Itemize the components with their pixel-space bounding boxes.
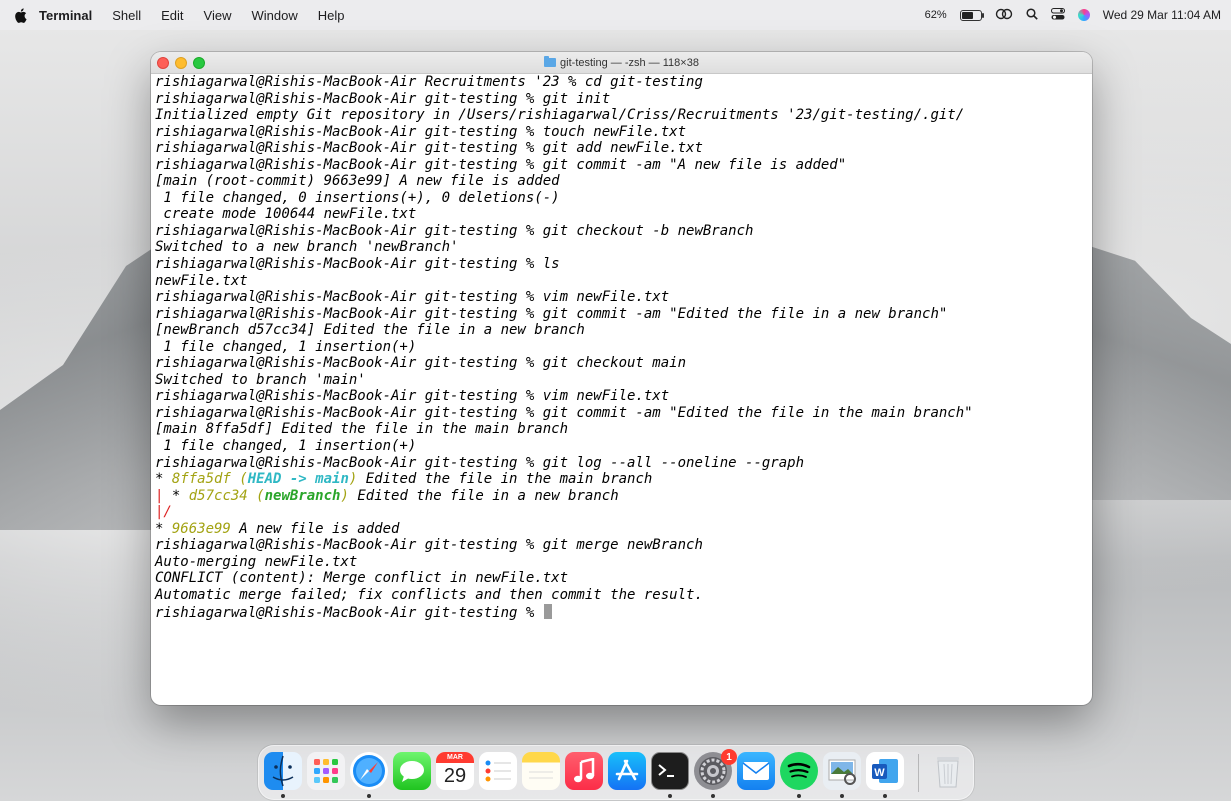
terminal-line: rishiagarwal@Rishis-MacBook-Air git-test… <box>155 140 703 157</box>
battery-icon[interactable] <box>959 9 984 21</box>
menu-clock[interactable]: Wed 29 Mar 11:04 AM <box>1103 8 1221 22</box>
current-prompt-line[interactable]: rishiagarwal@Rishis-MacBook-Air git-test… <box>155 603 1088 621</box>
terminal-line: rishiagarwal@Rishis-MacBook-Air git-test… <box>155 537 703 554</box>
terminal-line: Auto-merging newFile.txt <box>155 553 358 570</box>
running-indicator <box>883 794 887 798</box>
graph-line-1: * 8ffa5df (HEAD -> main) Edited the file… <box>155 471 653 488</box>
terminal-line: rishiagarwal@Rishis-MacBook-Air git-test… <box>155 454 805 471</box>
calendar-month: MAR <box>436 752 474 763</box>
running-indicator <box>711 794 715 798</box>
terminal-line: create mode 100644 newFile.txt <box>155 206 417 223</box>
terminal-line: 1 file changed, 1 insertion(+) <box>155 338 417 355</box>
terminal-line: [main 8ffa5df] Edited the file in the ma… <box>155 421 569 438</box>
terminal-line: 1 file changed, 0 insertions(+), 0 delet… <box>155 189 560 206</box>
launchpad-icon[interactable] <box>307 752 345 790</box>
terminal-line: rishiagarwal@Rishis-MacBook-Air git-test… <box>155 355 687 372</box>
battery-fill <box>961 11 973 19</box>
terminal-icon[interactable] <box>651 752 689 790</box>
close-button[interactable] <box>157 57 169 69</box>
commit-hash: 9663e99 <box>171 520 231 537</box>
apple-icon[interactable] <box>13 7 27 23</box>
menu-help[interactable]: Help <box>318 8 345 23</box>
preview-icon[interactable] <box>823 752 861 790</box>
menu-terminal[interactable]: Terminal <box>39 8 92 23</box>
search-icon[interactable] <box>1026 7 1038 23</box>
terminal-output[interactable]: rishiagarwal@Rishis-MacBook-Air Recruitm… <box>155 74 1088 705</box>
terminal-line: newFile.txt <box>155 272 248 289</box>
terminal-line: rishiagarwal@Rishis-MacBook-Air git-test… <box>155 123 687 140</box>
running-indicator <box>840 794 844 798</box>
terminal-line: Initialized empty Git repository in /Use… <box>155 107 965 124</box>
terminal-line: rishiagarwal@Rishis-MacBook-Air git-test… <box>155 388 670 405</box>
menu-shell[interactable]: Shell <box>112 8 141 23</box>
menu-edit[interactable]: Edit <box>161 8 183 23</box>
link-icon[interactable] <box>995 8 1013 23</box>
app-store-icon[interactable] <box>608 752 646 790</box>
terminal-line: Switched to a new branch 'newBranch' <box>155 239 459 256</box>
prompt: rishiagarwal@Rishis-MacBook-Air git-test… <box>155 604 543 621</box>
notes-icon[interactable] <box>522 752 560 790</box>
running-indicator <box>668 794 672 798</box>
menu-window[interactable]: Window <box>252 8 298 23</box>
battery-percent: 62% <box>924 9 947 21</box>
reminders-icon[interactable] <box>479 752 517 790</box>
graph-line-2: | * d57cc34 (newBranch) Edited the file … <box>155 487 619 504</box>
traffic-lights <box>157 57 211 69</box>
folder-icon <box>544 56 557 67</box>
terminal-line: rishiagarwal@Rishis-MacBook-Air git-test… <box>155 404 973 421</box>
siri-icon[interactable] <box>1077 9 1090 21</box>
window-title: git-testing — -zsh — 118×38 <box>544 56 699 69</box>
running-indicator <box>281 794 285 798</box>
dock-separator <box>918 754 919 792</box>
running-indicator <box>797 794 801 798</box>
zoom-button[interactable] <box>193 57 205 69</box>
terminal-line: 1 file changed, 1 insertion(+) <box>155 438 417 455</box>
terminal-line: rishiagarwal@Rishis-MacBook-Air git-test… <box>155 222 754 239</box>
menu-bar: Terminal Shell Edit View Window Help 62%… <box>0 0 1231 30</box>
mail-icon[interactable] <box>737 752 775 790</box>
terminal-line: Switched to branch 'main' <box>155 371 366 388</box>
commit-hash: d57cc34 <box>188 487 248 504</box>
terminal-line: Automatic merge failed; fix conflicts an… <box>155 586 703 603</box>
window-title-text: git-testing — -zsh — 118×38 <box>560 56 699 69</box>
window-titlebar[interactable]: git-testing — -zsh — 118×38 <box>151 52 1092 74</box>
control-center-icon[interactable] <box>1050 7 1065 23</box>
finder-icon[interactable] <box>264 752 302 790</box>
menu-view[interactable]: View <box>204 8 232 23</box>
terminal-line: rishiagarwal@Rishis-MacBook-Air git-test… <box>155 256 560 273</box>
messages-icon[interactable] <box>393 752 431 790</box>
commit-hash: 8ffa5df <box>171 471 231 488</box>
graph-line-4: * 9663e99 A new file is added <box>155 520 400 537</box>
svg-text:W: W <box>874 767 885 779</box>
terminal-line: rishiagarwal@Rishis-MacBook-Air Recruitm… <box>155 74 703 90</box>
text-cursor <box>543 603 552 619</box>
calendar-icon[interactable]: MAR 29 <box>436 752 474 790</box>
terminal-line: [main (root-commit) 9663e99] A new file … <box>155 173 560 190</box>
running-indicator <box>367 794 371 798</box>
terminal-line: [newBranch d57cc34] Edited the file in a… <box>155 322 585 339</box>
graph-line-3: |/ <box>155 504 172 521</box>
terminal-line: CONFLICT (content): Merge conflict in ne… <box>155 570 569 587</box>
terminal-window: git-testing — -zsh — 118×38 rishiagarwal… <box>151 52 1092 705</box>
status-area: 62% Wed 29 Mar 11:04 AM <box>912 0 1221 30</box>
head-ref: HEAD -> main <box>247 471 349 488</box>
terminal-line: rishiagarwal@Rishis-MacBook-Air git-test… <box>155 289 670 306</box>
terminal-line: rishiagarwal@Rishis-MacBook-Air git-test… <box>155 305 948 322</box>
dock: MAR 29 1 W <box>258 745 974 800</box>
spotify-icon[interactable] <box>780 752 818 790</box>
word-icon[interactable]: W <box>866 752 904 790</box>
branch-ref: newBranch <box>264 487 341 504</box>
terminal-line: rishiagarwal@Rishis-MacBook-Air git-test… <box>155 156 847 173</box>
minimize-button[interactable] <box>175 57 187 69</box>
wallpaper-mountain-right <box>1071 240 1231 500</box>
notification-badge: 1 <box>721 749 737 765</box>
safari-icon[interactable] <box>350 752 388 790</box>
trash-icon[interactable] <box>929 752 967 790</box>
terminal-line: rishiagarwal@Rishis-MacBook-Air git-test… <box>155 90 611 107</box>
music-icon[interactable] <box>565 752 603 790</box>
calendar-day: 29 <box>443 765 467 787</box>
